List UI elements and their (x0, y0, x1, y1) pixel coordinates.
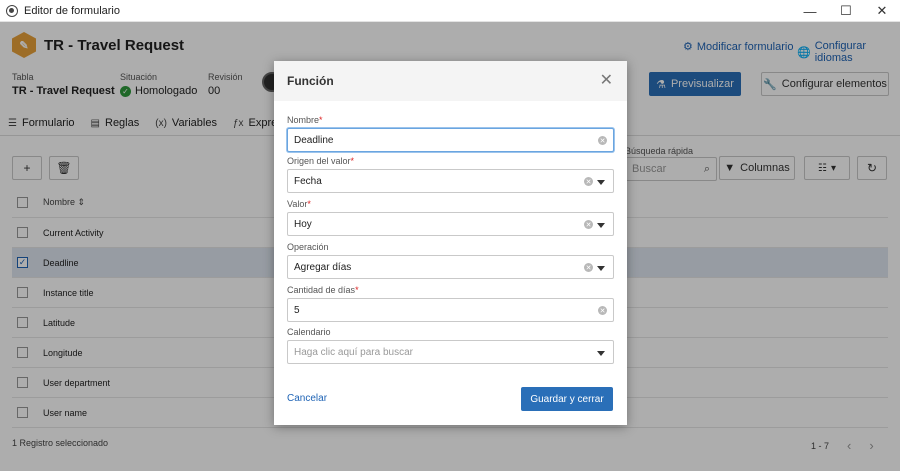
nombre-value: Deadline (294, 134, 334, 146)
calendario-label: Calendario (287, 327, 614, 337)
origen-select[interactable]: Fecha ✕ (287, 169, 614, 193)
app-icon (6, 4, 18, 17)
minimize-button[interactable]: — (792, 0, 828, 22)
valor-label: Valor* (287, 199, 311, 209)
origen-label: Origen del valor* (287, 156, 355, 166)
calendario-placeholder: Haga clic aquí para buscar (294, 346, 413, 358)
clear-icon[interactable]: ✕ (584, 220, 593, 229)
cantidad-field: Cantidad de días* 5 ✕ (287, 285, 614, 322)
save-and-close-button[interactable]: Guardar y cerrar (521, 387, 613, 411)
dialog-header: Función ✕ (274, 61, 627, 101)
window-titlebar: Editor de formulario — ☐ ✕ (0, 0, 900, 22)
valor-select[interactable]: Hoy ✕ (287, 212, 614, 236)
valor-field: Valor* Hoy ✕ (287, 199, 614, 236)
nombre-label: Nombre* (287, 115, 323, 125)
close-window-button[interactable]: ✕ (864, 0, 900, 22)
operacion-label: Operación (287, 242, 614, 252)
operacion-field: Operación Agregar días ✕ (287, 242, 614, 279)
chevron-down-icon (597, 180, 605, 185)
calendario-field: Calendario Haga clic aquí para buscar (287, 327, 614, 364)
clear-icon[interactable]: ✕ (598, 306, 607, 315)
cantidad-input[interactable]: 5 ✕ (287, 298, 614, 322)
clear-icon[interactable]: ✕ (584, 263, 593, 272)
cantidad-label-text: Cantidad de días (287, 285, 356, 295)
function-dialog: Función ✕ Nombre* Deadline ✕ Origen del … (274, 61, 627, 425)
maximize-button[interactable]: ☐ (828, 0, 864, 22)
calendario-label-text: Calendario (287, 327, 331, 337)
operacion-value: Agregar días (294, 261, 352, 273)
cantidad-value: 5 (294, 304, 300, 316)
calendario-select[interactable]: Haga clic aquí para buscar (287, 340, 614, 364)
operacion-label-text: Operación (287, 242, 329, 252)
cantidad-label: Cantidad de días* (287, 285, 359, 295)
origen-value: Fecha (294, 175, 322, 187)
nombre-input[interactable]: Deadline ✕ (287, 128, 614, 152)
chevron-down-icon (597, 266, 605, 271)
valor-value: Hoy (294, 218, 312, 230)
dialog-title: Función (287, 74, 334, 88)
close-icon[interactable]: ✕ (600, 73, 613, 89)
nombre-label-text: Nombre (287, 115, 320, 125)
window-controls: — ☐ ✕ (792, 0, 900, 22)
window-title: Editor de formulario (24, 4, 120, 17)
origen-label-text: Origen del valor (287, 156, 351, 166)
nombre-field: Nombre* Deadline ✕ (287, 115, 614, 152)
chevron-down-icon (597, 351, 605, 356)
origen-field: Origen del valor* Fecha ✕ (287, 156, 614, 193)
cancel-button[interactable]: Cancelar (287, 393, 327, 404)
chevron-down-icon (597, 223, 605, 228)
clear-icon[interactable]: ✕ (598, 136, 607, 145)
operacion-select[interactable]: Agregar días ✕ (287, 255, 614, 279)
valor-label-text: Valor (287, 199, 308, 209)
clear-icon[interactable]: ✕ (584, 177, 593, 186)
